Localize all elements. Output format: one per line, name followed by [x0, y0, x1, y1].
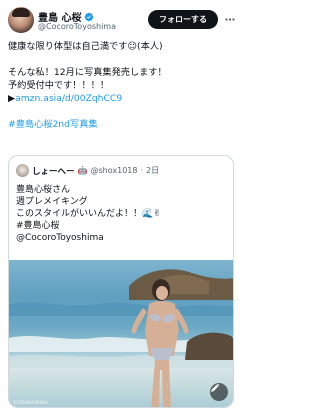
amazon-link[interactable]: amzn.asia/d/00ZqhCC9 [15, 93, 122, 104]
quote-avatar[interactable] [16, 164, 29, 177]
quote-display-name[interactable]: しょーへー [32, 165, 75, 177]
handle[interactable]: @CocoroToyoshima [38, 22, 116, 31]
beach-photo [9, 269, 233, 407]
quote-line: 週プレメイキング [16, 197, 88, 207]
verified-badge-icon [85, 12, 94, 21]
quoted-tweet-card[interactable]: しょーへー 🤖 @shox1018 · 2日 豊島心桜さん 週プレメイキング こ… [8, 155, 234, 408]
tweet-line: 予約受付中です！！！！ [8, 80, 110, 91]
photo-watermark: ©2024SHUEISHA [13, 400, 48, 405]
robot-emoji: 🤖 [77, 166, 88, 175]
tweet-line: そんな私！12月に写真集発売します！ [8, 67, 167, 78]
quote-header: しょーへー 🤖 @shox1018 · 2日 [16, 164, 159, 177]
image-edit-icon[interactable] [210, 383, 228, 401]
follow-button[interactable]: フォローする [148, 10, 218, 29]
quote-line: このスタイルがいいんだよ！！🌊✌ [16, 209, 161, 219]
photo-media[interactable]: ©2024SHUEISHA [9, 260, 233, 407]
quote-line: 豊島心桜さん [16, 185, 71, 195]
quote-date[interactable]: 2日 [146, 165, 159, 176]
quote-mention[interactable]: @CocoroToyoshima [16, 232, 161, 244]
avatar[interactable] [8, 7, 34, 33]
tweet-header: 豊島 心桜 @CocoroToyoshima フォローする [0, 0, 240, 40]
tweet-line: 健康な限り体型は自己満です☺(本人) [8, 41, 163, 52]
tweet-text: 健康な限り体型は自己満です☺(本人) そんな私！12月に写真集発売します！ 予約… [8, 40, 234, 131]
quote-separator: · [140, 166, 144, 175]
hashtag-link[interactable]: #豊島心桜2nd写真集 [8, 118, 234, 131]
quote-handle[interactable]: @shox1018 [90, 166, 137, 175]
quote-text: 豊島心桜さん 週プレメイキング このスタイルがいいんだよ！！🌊✌ #豊島心桜 @… [16, 184, 161, 244]
quote-hashtag[interactable]: #豊島心桜 [16, 220, 161, 232]
more-icon[interactable] [224, 13, 236, 25]
tweet-link-line: ▶amzn.asia/d/00ZqhCC9 [8, 92, 234, 105]
